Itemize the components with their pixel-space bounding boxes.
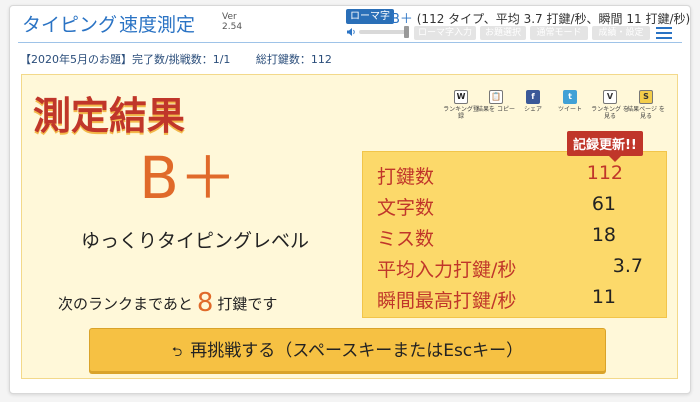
romaji-input-button[interactable]: ローマ字入力 [414,26,476,40]
copy-result-button[interactable]: 📋 結果を コピー [476,90,516,113]
stat-row-characters: 文字数 61 [377,193,657,221]
stat-value: 18 [591,224,616,246]
version-number: 2.54 [222,22,243,32]
sub-info: 【2020年5月のお題】完了数/挑戦数：1/1 総打鍵数：112 [20,51,332,67]
app-title-kanji: 速度測定 [119,14,196,36]
normal-mode-button[interactable]: 通常モード [530,26,588,40]
stat-value: 61 [591,193,616,215]
record-updated-badge: 記録更新!! [567,131,643,162]
rank-summary: B＋ (112 タイプ、平均 3.7 打鍵/秒、瞬間 11 打鍵/秒) [391,8,690,27]
stat-label: 平均入力打鍵/秒 [377,259,517,281]
version-label: Ver 2.54 [222,12,242,32]
volume-slider[interactable] [359,30,409,34]
stat-row-misses: ミス数 18 [377,224,657,252]
clipboard-icon: 📋 [489,90,503,104]
facebook-icon: f [526,90,540,104]
stat-value: 11 [591,286,616,308]
rank-level-label: ゆっくりタイピングレベル [80,230,309,252]
stat-row-average-speed: 平均入力打鍵/秒 3.7 [377,255,657,283]
twitter-icon: t [563,90,577,104]
stat-label: 文字数 [377,197,435,219]
stat-label: ミス数 [377,228,435,250]
retry-label: 再挑戦する（スペースキーまたはEscキー） [190,341,524,361]
next-rank-value: 8 [196,288,214,318]
view-result-page-button[interactable]: S 結果ページ を見る [626,90,666,120]
next-rank-suffix: 打鍵です [217,295,278,313]
view-result-page-label: 結果ページ を見る [627,106,665,120]
ranking-register-icon: W [454,90,468,104]
rank-display: B＋ [139,144,237,212]
next-rank-info: 次のランクまであと 8 打鍵です [58,286,278,318]
result-page-icon: S [639,90,653,104]
tweet-label: ツイート [557,106,582,113]
view-ranking-button[interactable]: V ランキング を見る [590,90,630,120]
stats-panel: 打鍵数 112 文字数 61 ミス数 18 平均入力打鍵/秒 3.7 瞬間最高打… [362,151,667,318]
ranking-register-label: ランキング登録 [443,106,479,120]
stat-value: 112 [586,162,623,184]
stat-row-keystrokes: 打鍵数 112 [377,162,657,190]
results-settings-button[interactable]: 成績・設定 [592,26,650,40]
copy-result-label: 結果を コピー [477,106,515,113]
problem-info: 【2020年5月のお題】完了数/挑戦数：1/1 [20,53,231,66]
ranking-register-button[interactable]: W ランキング登録 [441,90,481,120]
hamburger-menu-icon[interactable] [656,27,672,39]
stat-value: 3.7 [612,255,643,277]
rank-summary-detail: (112 タイプ、平均 3.7 打鍵/秒、瞬間 11 打鍵/秒) [416,12,691,26]
input-mode-badge: ローマ字 [346,9,394,24]
ranking-view-icon: V [603,90,617,104]
result-title: 測定結果 [33,94,186,138]
share-label: シェア [523,106,542,113]
stat-row-peak-speed: 瞬間最高打鍵/秒 11 [377,286,657,314]
rank-summary-letter: B＋ [391,12,413,27]
share-button[interactable]: f シェア [513,90,553,113]
retry-icon: ⮌ [171,345,183,360]
view-ranking-label: ランキング を見る [591,106,629,120]
next-rank-prefix: 次のランクまであと [58,295,193,313]
version-prefix: Ver [222,12,237,22]
header-divider [18,42,682,43]
retry-button[interactable]: ⮌ 再挑戦する（スペースキーまたはEscキー） [89,328,606,372]
tweet-button[interactable]: t ツイート [550,90,590,113]
stat-label: 瞬間最高打鍵/秒 [377,290,517,312]
problem-select-button[interactable]: お題選択 [480,26,526,40]
volume-slider-handle[interactable] [404,26,409,38]
stat-label: 打鍵数 [377,166,435,188]
total-keystrokes: 総打鍵数：112 [255,53,332,66]
app-title: タイピング 速度測定 [22,10,195,37]
app-title-kana: タイピング [22,14,118,36]
volume-icon[interactable] [346,27,356,37]
